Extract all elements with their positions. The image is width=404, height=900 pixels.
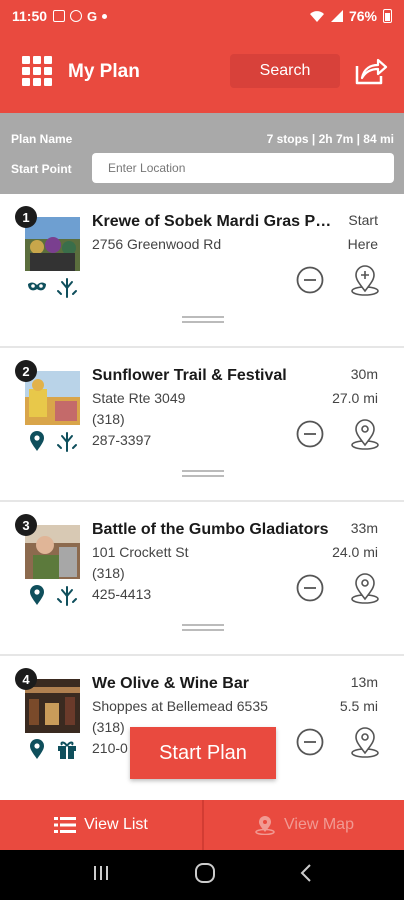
category-icons bbox=[26, 584, 78, 606]
category-icons bbox=[26, 738, 78, 760]
stop-address: 2756 Greenwood Rd bbox=[92, 236, 222, 252]
share-icon[interactable] bbox=[354, 56, 388, 86]
wifi-icon bbox=[309, 11, 324, 22]
map-pin-icon bbox=[30, 739, 44, 759]
stop-phone-area[interactable]: (318) bbox=[92, 411, 125, 427]
start-point-label: Start Point bbox=[11, 162, 72, 176]
plan-summary: 7 stops | 2h 7m | 84 mi bbox=[266, 132, 394, 146]
recent-apps-icon[interactable] bbox=[91, 864, 111, 887]
home-icon[interactable] bbox=[194, 862, 216, 889]
tab-view-list[interactable]: View List bbox=[0, 800, 202, 850]
search-button[interactable]: Search bbox=[230, 54, 340, 88]
drag-handle[interactable] bbox=[182, 470, 224, 478]
stop-distance: Here bbox=[347, 236, 378, 252]
stop-title[interactable]: Battle of the Gumbo Gladiators bbox=[92, 521, 332, 539]
plan-name-label: Plan Name bbox=[11, 132, 73, 146]
menu-grid-icon[interactable] bbox=[22, 56, 52, 86]
map-pin-icon bbox=[30, 585, 44, 605]
stop-time: 33m bbox=[350, 520, 378, 536]
tab-view-map[interactable]: View Map bbox=[202, 800, 404, 850]
drag-handle[interactable] bbox=[182, 624, 224, 632]
remove-stop-button[interactable] bbox=[296, 420, 324, 448]
stop-time: Start bbox=[348, 212, 378, 228]
map-marker-icon bbox=[255, 816, 275, 835]
stop-number: 1 bbox=[15, 206, 37, 228]
battery-icon bbox=[383, 9, 392, 23]
fireworks-icon bbox=[57, 432, 77, 452]
stop-item[interactable]: 3 Battle of the Gumbo Gladiators 101 Cro… bbox=[0, 502, 404, 656]
app-header: My Plan Search bbox=[0, 32, 404, 113]
stop-phone-number[interactable]: 425-4413 bbox=[92, 586, 151, 602]
set-location-button[interactable] bbox=[350, 418, 380, 450]
stop-phone-number[interactable]: 210-0 bbox=[92, 740, 128, 756]
stop-phone-area[interactable]: (318) bbox=[92, 565, 125, 581]
set-location-button[interactable] bbox=[350, 726, 380, 758]
stops-list: 1 Krewe of Sobek Mardi Gras Parade 2756 … bbox=[0, 194, 404, 800]
google-notification-icon: G bbox=[87, 8, 98, 24]
stop-title[interactable]: Sunflower Trail & Festival bbox=[92, 367, 332, 385]
stop-item[interactable]: 2 Sunflower Trail & Festival State Rte 3… bbox=[0, 348, 404, 502]
back-icon[interactable] bbox=[299, 863, 313, 888]
mask-icon bbox=[28, 282, 46, 291]
signal-icon bbox=[330, 10, 343, 22]
more-notifications-icon bbox=[102, 13, 108, 19]
stop-item[interactable]: 1 Krewe of Sobek Mardi Gras Parade 2756 … bbox=[0, 194, 404, 348]
stop-phone-number[interactable]: 287-3397 bbox=[92, 432, 151, 448]
bottom-nav: View List View Map bbox=[0, 800, 404, 850]
fireworks-icon bbox=[57, 586, 77, 606]
stop-number: 4 bbox=[15, 668, 37, 690]
circle-notification-icon bbox=[70, 10, 83, 22]
status-right: 76% bbox=[309, 8, 392, 24]
stop-title[interactable]: We Olive & Wine Bar bbox=[92, 675, 332, 693]
stop-distance: 27.0 mi bbox=[332, 390, 378, 406]
category-icons bbox=[26, 276, 78, 298]
start-location-input[interactable] bbox=[92, 153, 394, 183]
stop-address: State Rte 3049 bbox=[92, 390, 186, 406]
stop-title[interactable]: Krewe of Sobek Mardi Gras Parade bbox=[92, 213, 332, 231]
set-location-button[interactable] bbox=[350, 572, 380, 604]
stop-time: 13m bbox=[350, 674, 378, 690]
tab-view-list-label: View List bbox=[84, 816, 148, 833]
page-title: My Plan bbox=[68, 61, 140, 82]
plan-info-bar: Plan Name 7 stops | 2h 7m | 84 mi Start … bbox=[0, 113, 404, 194]
set-location-button[interactable] bbox=[350, 264, 380, 296]
tab-view-map-label: View Map bbox=[284, 816, 354, 833]
stop-time: 30m bbox=[350, 366, 378, 382]
system-nav-bar bbox=[0, 850, 404, 900]
list-icon bbox=[54, 817, 77, 833]
start-plan-button[interactable]: Start Plan bbox=[130, 727, 276, 779]
category-icons bbox=[26, 430, 78, 452]
drag-handle[interactable] bbox=[182, 316, 224, 324]
stop-phone-area[interactable]: (318) bbox=[92, 719, 125, 735]
image-notification-icon bbox=[53, 10, 66, 22]
notification-icons: G bbox=[53, 8, 108, 24]
remove-stop-button[interactable] bbox=[296, 574, 324, 602]
stop-address: Shoppes at Bellemead 6535 bbox=[92, 698, 268, 714]
map-pin-icon bbox=[30, 431, 44, 451]
stop-number: 2 bbox=[15, 360, 37, 382]
status-bar: 11:50 G 76% bbox=[0, 0, 404, 32]
remove-stop-button[interactable] bbox=[296, 266, 324, 294]
gift-icon bbox=[58, 741, 76, 759]
stop-distance: 5.5 mi bbox=[339, 698, 378, 714]
status-time: 11:50 bbox=[12, 8, 48, 24]
remove-stop-button[interactable] bbox=[296, 728, 324, 756]
fireworks-icon bbox=[57, 278, 77, 298]
stop-distance: 24.0 mi bbox=[332, 544, 378, 560]
stop-address: 101 Crockett St bbox=[92, 544, 189, 560]
stop-number: 3 bbox=[15, 514, 37, 536]
battery-percent: 76% bbox=[348, 8, 377, 24]
